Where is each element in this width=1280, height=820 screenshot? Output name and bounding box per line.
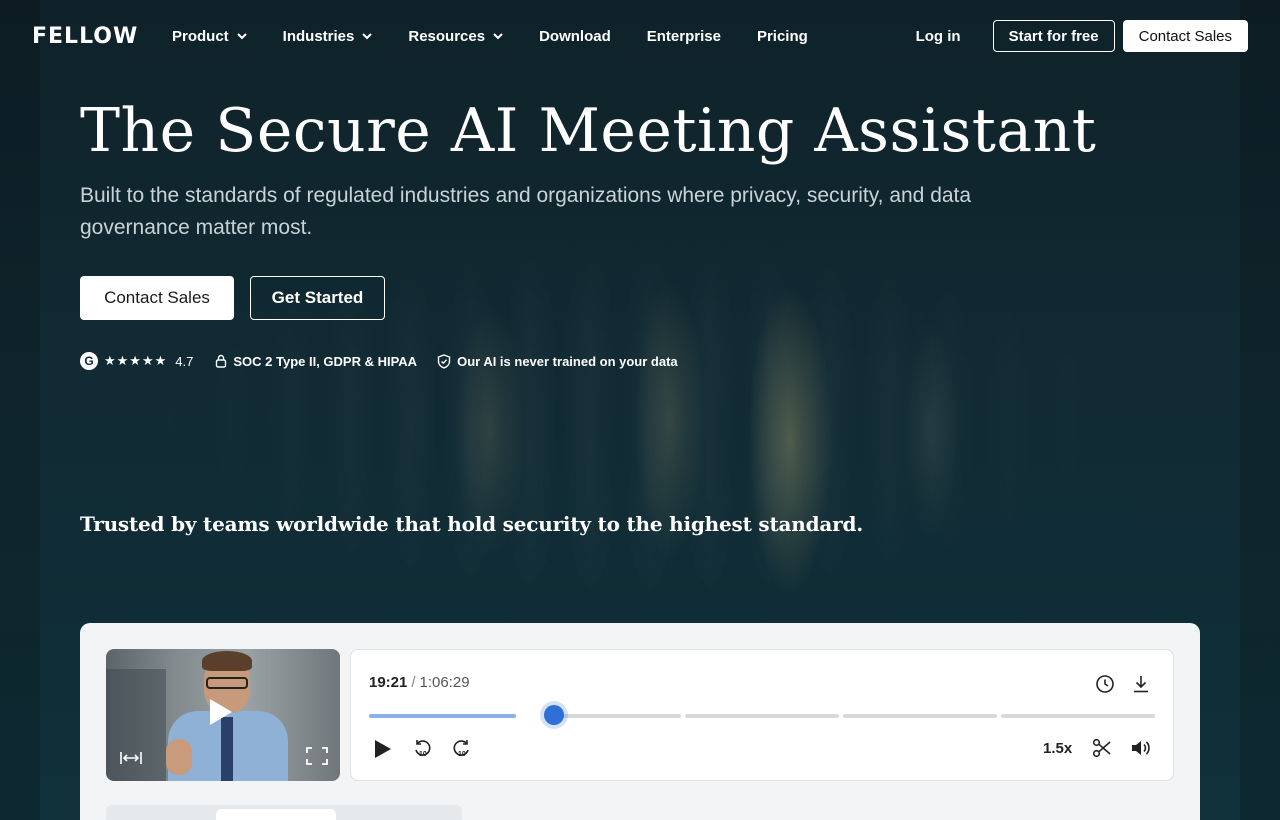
- trusted-heading: Trusted by teams worldwide that hold sec…: [80, 512, 864, 536]
- volume-icon[interactable]: [1130, 738, 1152, 758]
- nav-item-product[interactable]: Product: [172, 24, 247, 48]
- ai-privacy-text: Our AI is never trained on your data: [457, 353, 678, 369]
- transcript-tab[interactable]: [216, 809, 336, 820]
- video-thumbnail[interactable]: [106, 649, 340, 781]
- nav-item-label: Resources: [408, 27, 486, 45]
- rating-value: 4.7: [175, 353, 194, 369]
- background-edge-left: [0, 0, 40, 820]
- play-icon[interactable]: [375, 740, 391, 758]
- video-person-tie: [221, 717, 233, 781]
- transcript-card: [106, 805, 462, 820]
- logo-text: FELLOW: [32, 23, 139, 49]
- nav-item-download[interactable]: Download: [539, 24, 611, 48]
- play-icon[interactable]: [210, 699, 232, 725]
- ai-privacy-badge: Our AI is never trained on your data: [437, 354, 678, 369]
- total-time: 1:06:29: [419, 674, 470, 691]
- playback-time: 19:21/1:06:29: [369, 674, 470, 691]
- rewind-10-icon[interactable]: 10: [413, 738, 433, 760]
- expand-horizontal-icon[interactable]: [120, 751, 142, 765]
- nav-item-label: Pricing: [756, 27, 808, 45]
- audio-player-controls: 19:21/1:06:29 10 10 1.5x: [350, 649, 1174, 781]
- compliance-badge: SOC 2 Type II, GDPR & HIPAA: [215, 354, 417, 369]
- contact-sales-button[interactable]: Contact Sales: [80, 276, 234, 320]
- progress-played: [369, 714, 516, 718]
- progress-segment: [559, 714, 681, 718]
- progress-track[interactable]: [369, 705, 1155, 725]
- chevron-down-icon: [493, 33, 503, 40]
- progress-segment: [1001, 714, 1155, 718]
- compliance-text: SOC 2 Type II, GDPR & HIPAA: [233, 353, 418, 369]
- scissors-icon[interactable]: [1092, 738, 1112, 758]
- current-time: 19:21: [369, 674, 408, 691]
- hero-subtitle: Built to the standards of regulated indu…: [80, 184, 972, 239]
- video-person-glasses: [206, 677, 248, 689]
- chevron-down-icon: [236, 33, 247, 40]
- hero-title: The Secure AI Meeting Assistant: [80, 96, 1097, 166]
- fellow-logo[interactable]: FELLOW: [32, 22, 138, 50]
- nav-menu: Product Industries Resources Download En…: [172, 24, 844, 48]
- product-preview-panel: 19:21/1:06:29 10 10 1.5x: [80, 623, 1200, 820]
- forward-seconds: 10: [458, 751, 466, 758]
- fullscreen-icon[interactable]: [306, 747, 328, 765]
- progress-knob[interactable]: [544, 705, 564, 725]
- nav-item-label: Product: [172, 27, 229, 45]
- progress-segment: [843, 714, 997, 718]
- nav-item-label: Industries: [282, 27, 355, 45]
- playback-speed-button[interactable]: 1.5x: [1043, 740, 1072, 757]
- chevron-down-icon: [362, 33, 373, 40]
- nav-item-label: Download: [539, 27, 611, 45]
- contact-sales-nav-button[interactable]: Contact Sales: [1122, 20, 1248, 52]
- nav-item-pricing[interactable]: Pricing: [757, 24, 808, 48]
- video-person-hair: [202, 651, 252, 671]
- shield-check-icon: [437, 353, 451, 369]
- time-separator: /: [411, 674, 416, 691]
- rewind-seconds: 10: [419, 751, 427, 758]
- nav-item-resources[interactable]: Resources: [408, 24, 503, 48]
- trust-badges: G ★★★★★ 4.7 SOC 2 Type II, GDPR & HIPAA …: [80, 352, 698, 370]
- hero-cta-group: Contact Sales Get Started: [80, 276, 385, 320]
- get-started-button[interactable]: Get Started: [250, 276, 385, 320]
- g2-icon: G: [80, 352, 98, 370]
- forward-10-icon[interactable]: 10: [451, 738, 471, 760]
- nav-item-label: Enterprise: [646, 27, 721, 45]
- clock-icon[interactable]: [1095, 674, 1115, 694]
- nav-item-industries[interactable]: Industries: [283, 24, 373, 48]
- top-navigation: FELLOW Product Industries Resources Down…: [0, 0, 1280, 72]
- video-person-hand: [166, 739, 192, 775]
- nav-item-enterprise[interactable]: Enterprise: [647, 24, 721, 48]
- progress-segment: [685, 714, 839, 718]
- nav-actions: Log in Start for free Contact Sales: [916, 20, 1248, 52]
- download-icon[interactable]: [1132, 674, 1150, 694]
- lock-icon: [216, 354, 227, 368]
- rating-stars: ★★★★★: [104, 353, 168, 368]
- start-free-button[interactable]: Start for free: [992, 20, 1115, 52]
- background-edge-right: [1240, 0, 1280, 820]
- login-link[interactable]: Log in: [916, 28, 961, 45]
